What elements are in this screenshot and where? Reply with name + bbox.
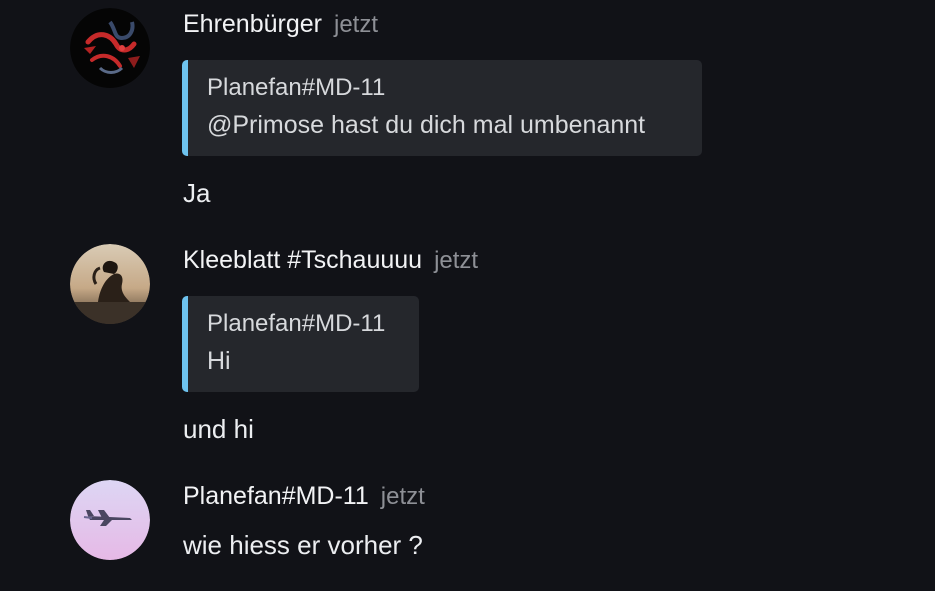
timestamp: jetzt [380,483,425,510]
person-photo-avatar-icon [70,244,150,324]
airplane-avatar-icon [70,480,150,560]
quote-text: @Primose hast du dich mal umbenannt [207,111,646,139]
quote-author: Planefan#MD-11 [207,310,386,337]
quote-author: Planefan#MD-11 [207,74,386,101]
author-name[interactable]: Planefan#MD-11 [183,482,369,510]
avatar[interactable] [70,244,150,324]
message-text: Ja [183,178,211,208]
avatar[interactable] [70,480,150,560]
author-name[interactable]: Kleeblatt #Tschauuuu [183,246,422,274]
message-header: Kleeblatt #Tschauuuu jetzt [183,246,478,275]
author-name[interactable]: Ehrenbürger [183,10,322,38]
chat-message-list: Ehrenbürger jetzt Planefan#MD-11 @Primose… [0,0,935,591]
message-text: und hi [183,414,254,444]
reply-quote[interactable]: Planefan#MD-11 Hi [182,296,419,392]
quote-text: Hi [207,347,231,375]
message-text: wie hiess er vorher ? [183,530,423,560]
reply-quote[interactable]: Planefan#MD-11 @Primose hast du dich mal… [182,60,702,156]
message-header: Ehrenbürger jetzt [183,10,378,39]
message-header: Planefan#MD-11 jetzt [183,482,425,511]
timestamp: jetzt [333,11,378,38]
avatar[interactable] [70,8,150,88]
timestamp: jetzt [434,247,479,274]
dragon-avatar-icon [70,8,150,88]
